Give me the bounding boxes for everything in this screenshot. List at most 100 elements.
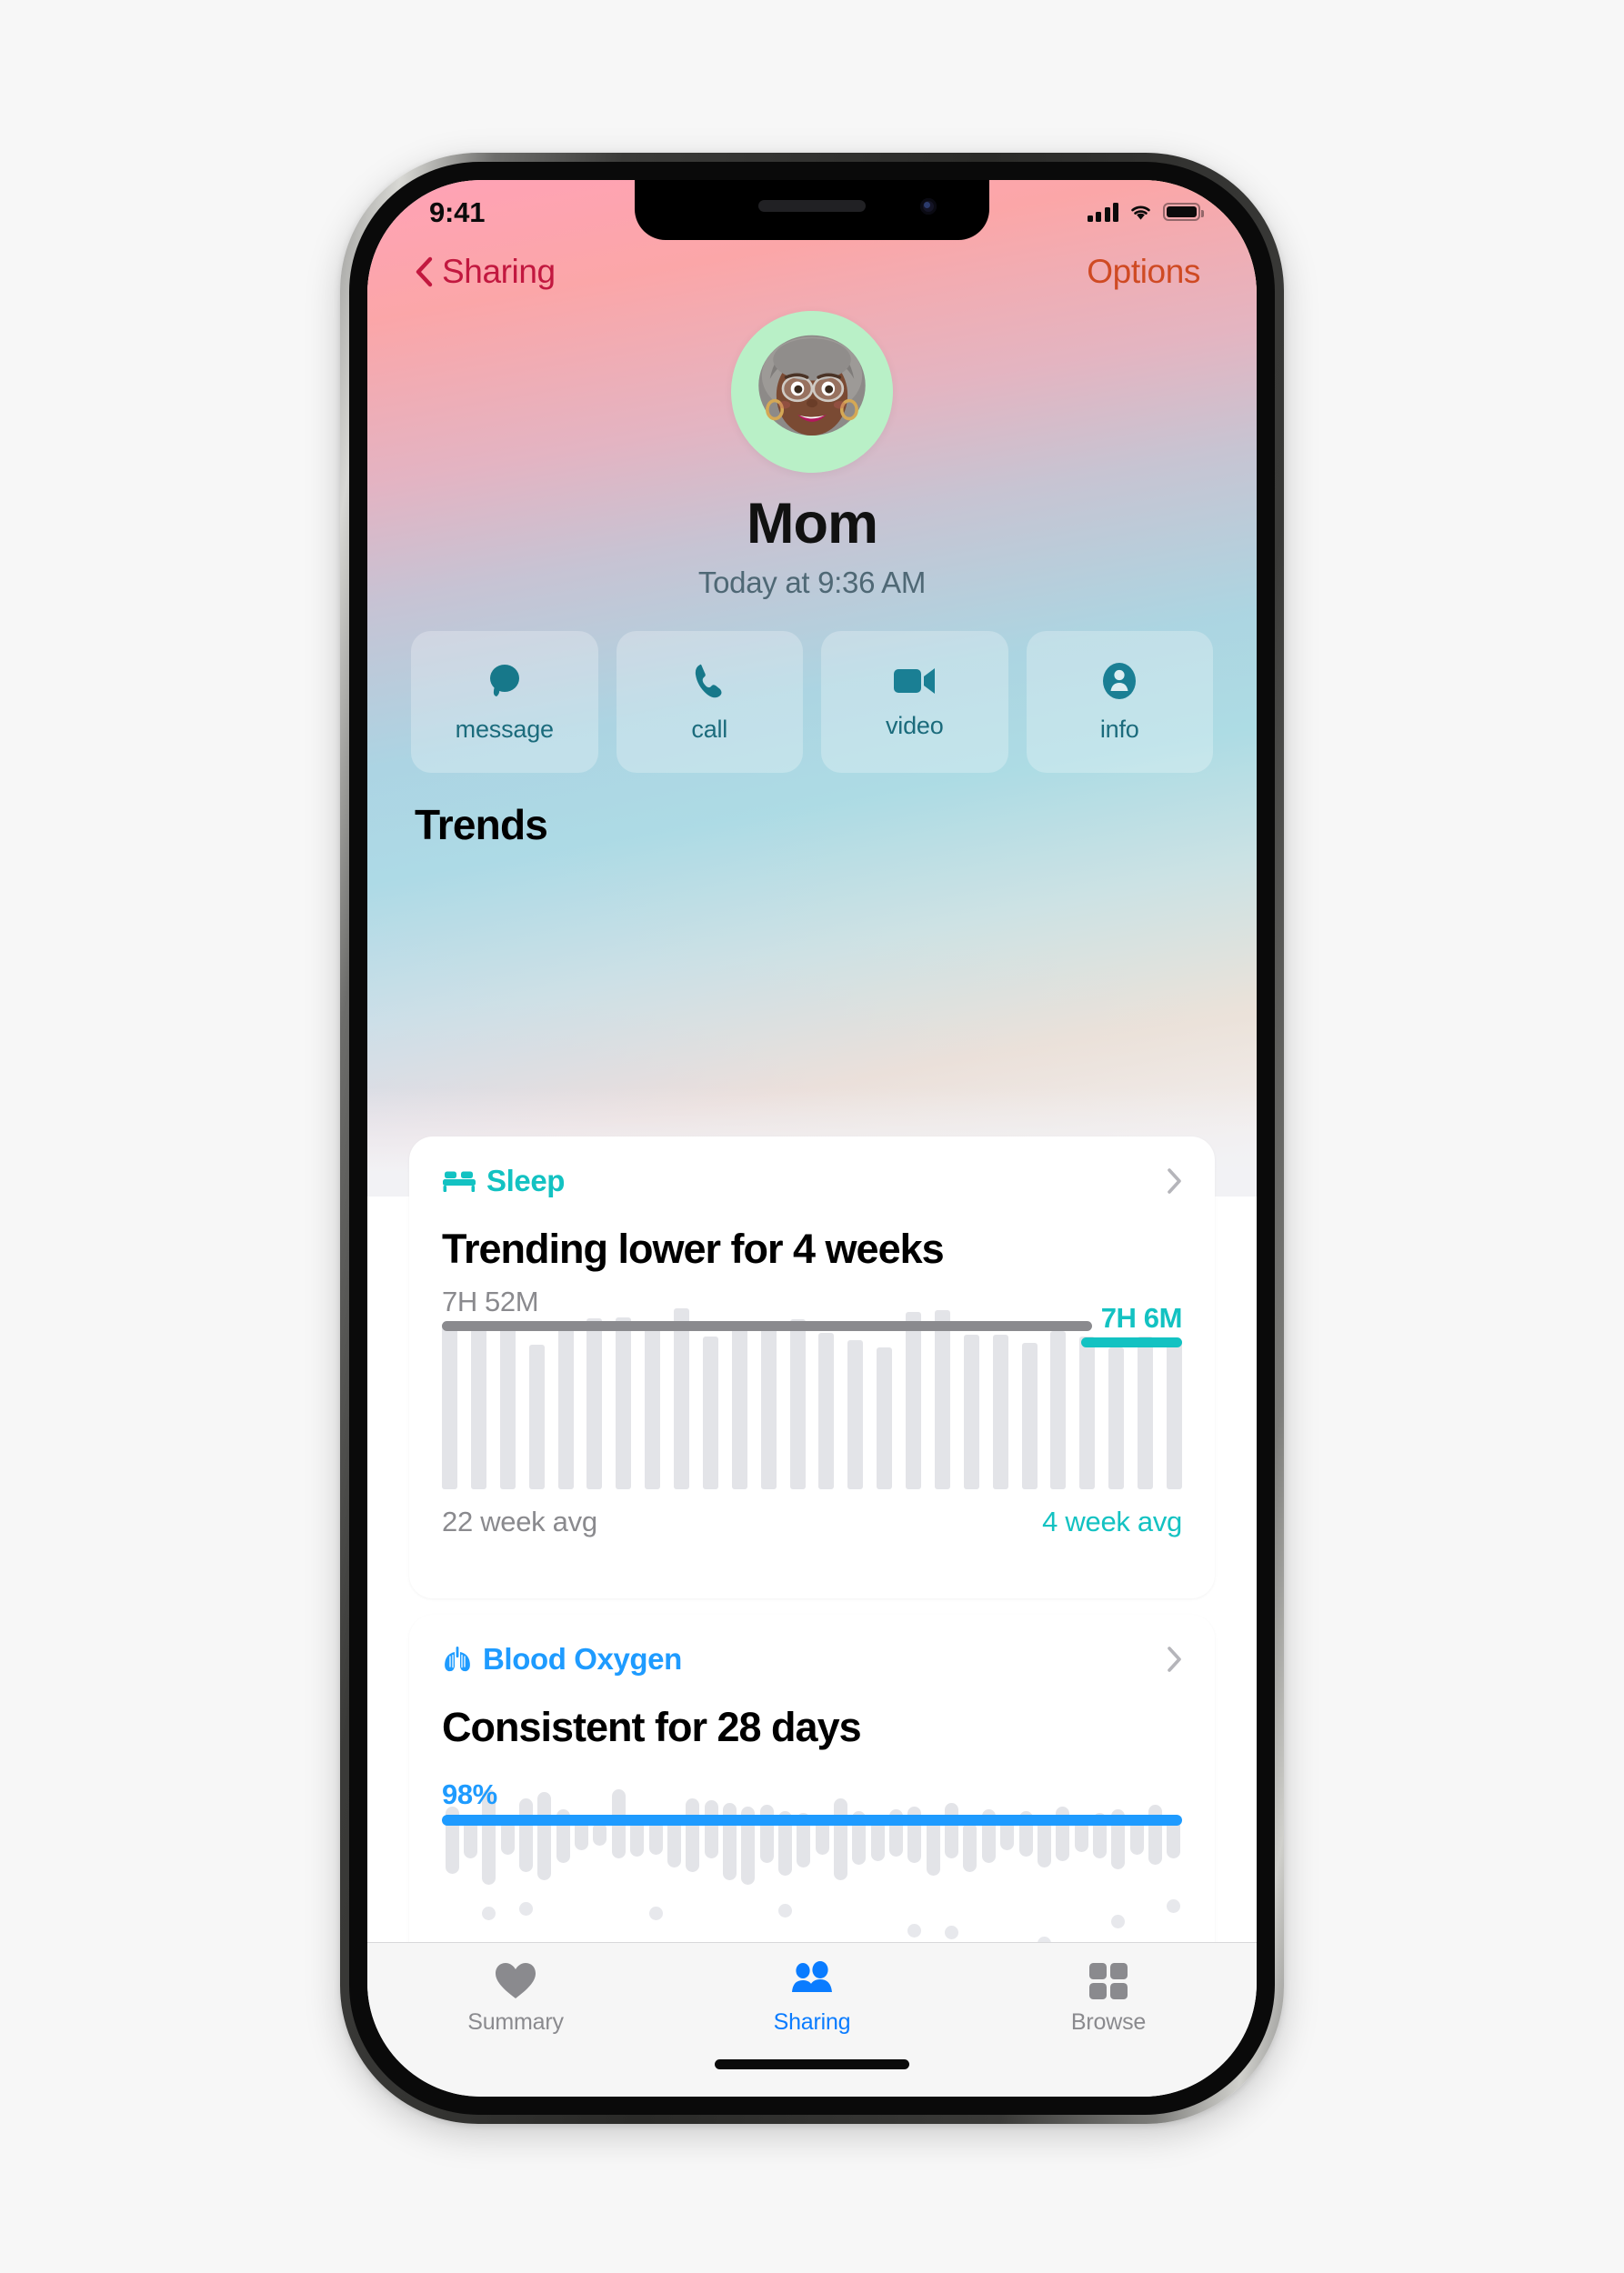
contact-actions: message call video info [367,600,1257,773]
oxygen-outlier-dot [519,1901,534,1916]
oxygen-outlier-dot [907,1923,922,1938]
oxygen-outlier-dot [1167,1899,1181,1914]
sleep-legend-recent: 4 week avg [1042,1506,1182,1537]
video-camera-icon [893,667,935,694]
sleep-card-kind: Sleep [442,1164,565,1198]
oxygen-outlier-dot [777,1904,792,1918]
oxygen-outlier-dot [482,1906,496,1920]
screenshot-stage: 9:41 Sharing Options Mom Today at 9:36 A… [0,0,1624,2273]
oxygen-chart-ranges [442,1777,1182,1950]
sleep-bar [557,1325,574,1489]
oxygen-range-bar [686,1797,700,1872]
call-button-label: call [691,715,728,743]
sleep-bar [963,1334,979,1489]
tab-bar: Summary Sharing Browse [367,1942,1257,2097]
device-screen: 9:41 Sharing Options Mom Today at 9:36 A… [367,180,1257,2097]
oxygen-range-bar [704,1800,718,1859]
sleep-card-header: Sleep [442,1164,1182,1198]
trends-card-list: Sleep Trending lower for 4 weeks 7H 52M … [367,1136,1257,2033]
sleep-bar [442,1326,457,1489]
sleep-bar [470,1328,486,1489]
tab-sharing-label: Sharing [773,2009,851,2035]
oxygen-range-bar [759,1804,774,1863]
oxygen-range-bar [945,1802,959,1859]
sleep-bar [818,1333,835,1489]
sleep-bar [1021,1343,1038,1489]
oxygen-outlier-dot [648,1906,663,1920]
tab-sharing[interactable]: Sharing [664,1961,960,2036]
oxygen-card-headline: Consistent for 28 days [442,1704,862,1750]
oxygen-range-bar [519,1797,534,1872]
sleep-legend-baseline: 22 week avg [442,1506,597,1537]
person-circle-icon [1103,662,1137,699]
oxygen-outlier-dot [945,1925,959,1939]
two-people-icon [792,1961,832,1992]
oxygen-28day-avg-value: 98% [442,1777,497,1810]
options-button[interactable]: Options [1087,253,1200,291]
sleep-bar [1166,1339,1182,1489]
sleep-bar [702,1337,718,1489]
sleep-bar [1050,1331,1067,1489]
tab-browse[interactable]: Browse [960,1961,1257,2036]
status-bar-indicators [1087,202,1204,222]
tab-summary-label: Summary [467,2009,564,2035]
call-button[interactable]: call [616,631,803,773]
info-button-label: info [1099,715,1139,743]
oxygen-range-bar [834,1797,847,1880]
sleep-card-headline: Trending lower for 4 weeks [442,1226,945,1272]
profile-last-updated: Today at 9:36 AM [697,566,927,599]
sleep-22week-avg-value: 7H 52M [442,1286,539,1318]
back-button-label: Sharing [442,253,556,290]
grid-icon [1089,1963,1128,1999]
sleep-bar [645,1327,661,1489]
video-button[interactable]: video [821,631,1008,773]
info-button[interactable]: info [1026,631,1213,773]
sleep-bar [934,1309,950,1489]
sleep-trend-card[interactable]: Sleep Trending lower for 4 weeks 7H 52M … [409,1136,1215,1598]
memoji-avatar[interactable] [731,311,893,473]
back-button[interactable]: Sharing [415,253,556,291]
phone-icon [696,664,722,697]
oxygen-range-bar [593,1821,607,1846]
chevron-right-icon[interactable] [1167,1167,1182,1195]
cellular-signal-icon [1087,202,1118,222]
sleep-4week-avg-value: 7H 6M [1100,1301,1183,1334]
bed-icon [443,1171,476,1192]
profile-name: Mom [747,492,878,556]
sleep-bar [586,1318,603,1489]
tab-summary[interactable]: Summary [367,1961,664,2036]
health-app: 9:41 Sharing Options Mom Today at 9:36 A… [367,180,1257,2097]
oxygen-range-bar [1148,1804,1162,1866]
sleep-bar [1108,1347,1125,1489]
sleep-bar [499,1322,516,1489]
sleep-bar [877,1347,893,1489]
oxygen-chart: 98% [442,1777,1182,1950]
sleep-bar [789,1319,806,1489]
message-button-label: message [455,715,554,743]
lungs-icon [445,1647,470,1672]
chevron-left-icon [416,256,433,287]
sleep-bar [731,1321,747,1489]
tab-browse-label: Browse [1070,2009,1147,2035]
sleep-bar [1138,1336,1153,1489]
message-button[interactable]: message [411,631,598,773]
memoji-avatar-icon [731,311,893,473]
device-bezel: 9:41 Sharing Options Mom Today at 9:36 A… [349,162,1275,2115]
oxygen-card-kind-label: Blood Oxygen [483,1642,682,1676]
iphone-device-frame: 9:41 Sharing Options Mom Today at 9:36 A… [340,153,1284,2124]
sleep-22week-avg-line [442,1321,1092,1332]
video-button-label: video [885,711,944,739]
oxygen-28day-avg-line [442,1814,1182,1826]
wifi-icon [1131,205,1150,220]
profile-hero: 9:41 Sharing Options Mom Today at 9:36 A… [367,180,1257,1197]
chevron-right-icon[interactable] [1167,1646,1182,1673]
sleep-4week-avg-line [1081,1337,1182,1347]
sleep-bar [528,1345,545,1489]
sleep-bar [616,1317,632,1489]
sleep-bar [674,1307,689,1489]
sleep-bar [847,1340,864,1489]
status-bar-time: 9:41 [429,196,486,228]
oxygen-card-kind: Blood Oxygen [442,1642,682,1677]
home-indicator[interactable] [715,2059,909,2069]
status-bar: 9:41 [367,180,1257,240]
